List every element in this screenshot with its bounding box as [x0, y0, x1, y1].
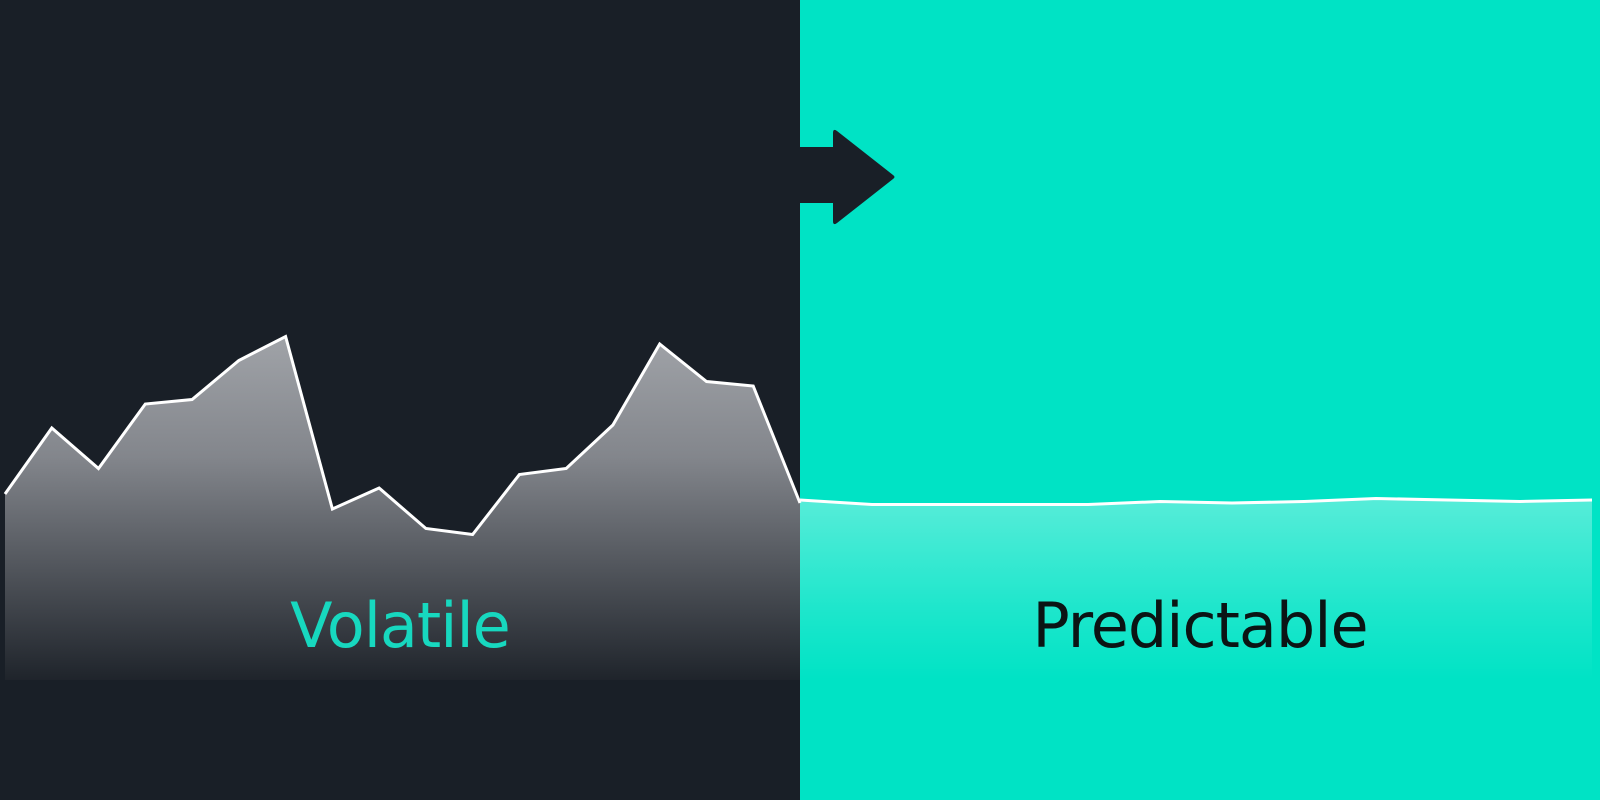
volatile-label: Volatile	[290, 589, 511, 662]
comparison-graphic	[3, 129, 1593, 680]
diagram: Volatile Predictable	[0, 0, 1600, 800]
arrow-right-icon	[797, 129, 895, 225]
predictable-label: Predictable	[1032, 589, 1368, 662]
